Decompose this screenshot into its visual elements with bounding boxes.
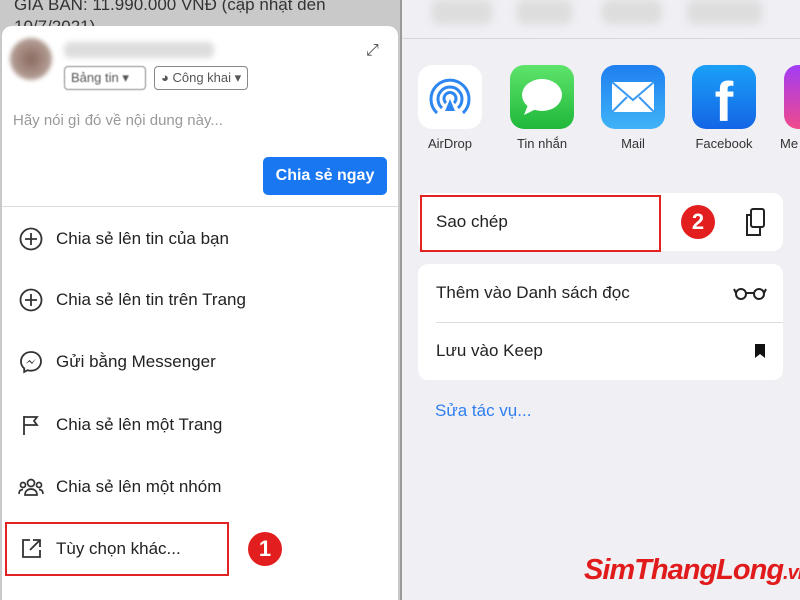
copy-icon <box>746 208 765 236</box>
plus-circle-icon <box>18 287 44 313</box>
divider <box>402 38 800 39</box>
app-label: Tin nhắn <box>516 136 568 151</box>
app-messages[interactable] <box>510 65 574 129</box>
facebook-share-panel: GIÁ BÁN: 11.990.000 VNĐ (cập nhật đến 10… <box>0 0 400 600</box>
reading-list-action[interactable]: Thêm vào Danh sách đọc <box>418 264 783 322</box>
edit-actions-link[interactable]: Sửa tác vụ... <box>435 401 531 421</box>
app-airdrop[interactable] <box>418 65 482 129</box>
app-label: Me <box>780 136 799 151</box>
plus-circle-icon <box>18 226 44 252</box>
action-label: Lưu vào Keep <box>436 341 543 360</box>
highlight-box-1 <box>5 522 229 576</box>
avatar <box>10 38 52 80</box>
mail-icon <box>611 81 655 113</box>
glasses-icon <box>733 288 767 300</box>
watermark-logo: SimThangLong.vn <box>584 554 800 587</box>
menu-item-label: Chia sẻ lên tin trên Trang <box>56 290 246 309</box>
step-badge-2: 2 <box>681 205 715 239</box>
menu-item-label: Gửi bằng Messenger <box>56 352 216 371</box>
blurred-item <box>602 0 662 24</box>
globe-icon: ◕ <box>161 70 169 85</box>
app-label: AirDrop <box>427 136 473 151</box>
app-mail[interactable] <box>601 65 665 129</box>
audience-label: Bảng tin <box>71 70 119 85</box>
watermark-tld: .vn <box>783 562 800 584</box>
post-input[interactable]: Hãy nói gì đó về nội dung này... <box>13 112 223 129</box>
messenger-icon <box>18 349 44 375</box>
blurred-item <box>687 0 762 24</box>
ios-share-sheet: f AirDrop Tin nhắn Mail Facebook Me Sao … <box>402 0 800 600</box>
menu-item[interactable]: Chia sẻ lên một Trang <box>2 400 398 450</box>
blurred-item <box>432 0 492 24</box>
actions-card: Thêm vào Danh sách đọc Lưu vào Keep <box>418 264 783 380</box>
menu-item-label: Chia sẻ lên một nhóm <box>56 477 222 496</box>
app-messenger[interactable] <box>784 65 800 129</box>
menu-item[interactable]: Gửi bằng Messenger <box>2 337 398 387</box>
menu-item[interactable]: Chia sẻ lên tin trên Trang <box>2 275 398 325</box>
menu-item-label: Chia sẻ lên một Trang <box>56 415 223 434</box>
share-now-button[interactable]: Chia sẻ ngay <box>263 157 387 195</box>
airdrop-icon <box>429 78 471 115</box>
blurred-item <box>517 0 572 24</box>
privacy-label: Công khai <box>172 70 232 85</box>
app-facebook[interactable]: f <box>692 65 756 133</box>
app-label: Facebook <box>695 136 753 151</box>
facebook-icon: f <box>714 70 734 133</box>
group-icon <box>18 474 44 500</box>
audience-selector[interactable]: Bảng tin ▾ <box>64 66 146 90</box>
save-to-keep-action[interactable]: Lưu vào Keep <box>418 322 783 380</box>
menu-item[interactable]: Chia sẻ lên tin của bạn <box>2 214 398 264</box>
divider <box>2 206 398 207</box>
watermark-name: SimThangLong <box>584 554 784 586</box>
highlight-box-2 <box>420 195 661 252</box>
action-label: Thêm vào Danh sách đọc <box>436 283 630 302</box>
menu-item-label: Chia sẻ lên tin của bạn <box>56 229 229 248</box>
menu-item[interactable]: Chia sẻ lên một nhóm <box>2 462 398 512</box>
flag-icon <box>18 412 44 438</box>
user-name-blurred <box>64 42 214 58</box>
privacy-selector[interactable]: ◕ Công khai ▾ <box>154 66 249 90</box>
bookmark-icon <box>755 344 765 358</box>
expand-icon[interactable]: ⤢ <box>366 42 379 60</box>
step-badge-1: 1 <box>248 532 282 566</box>
app-label: Mail <box>621 136 645 151</box>
messages-icon <box>522 79 562 115</box>
